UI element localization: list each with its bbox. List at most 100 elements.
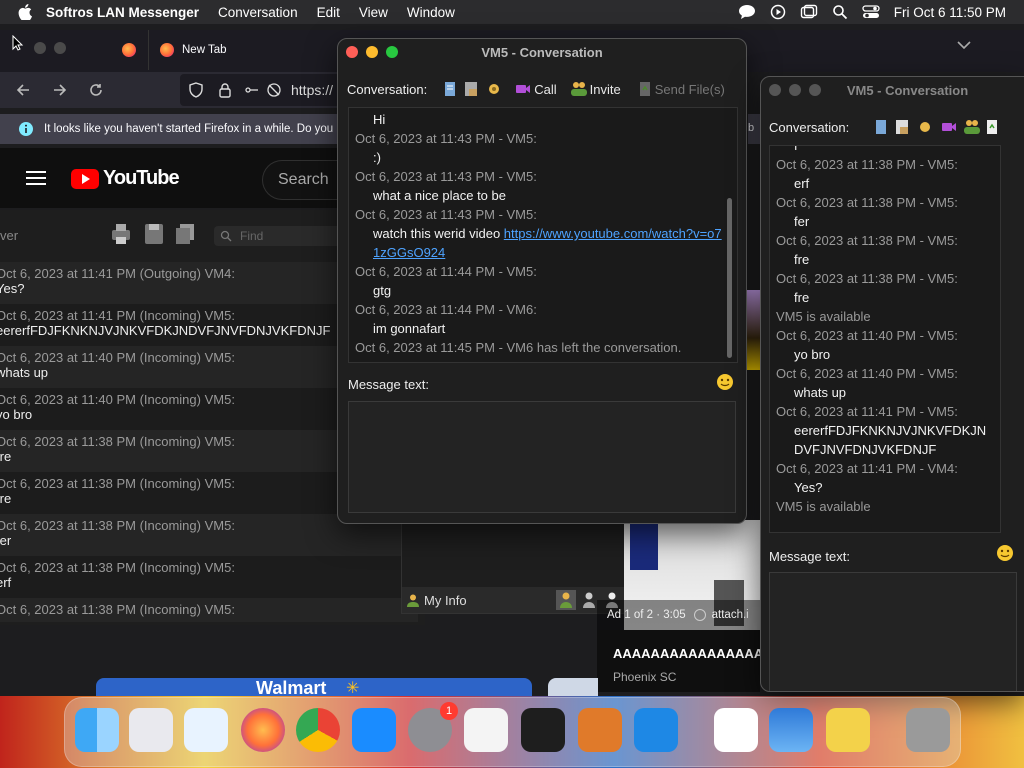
history-icon[interactable] [444,81,456,97]
message-header: Oct 6, 2023 at 11:43 PM - VM5: [349,205,737,224]
notification-overflow: b [748,114,760,144]
message-header: VM5 is available [770,497,1000,516]
youtube-logo[interactable]: YouTube [71,167,180,190]
tab-pinned[interactable] [110,30,149,70]
tab-new-tab[interactable]: New Tab [160,30,340,70]
back-icon[interactable] [15,82,31,98]
message-header: Oct 6, 2023 at 11:45 PM - VM6 has left t… [349,338,737,357]
zoom-button[interactable] [809,84,821,96]
visual-studio-icon[interactable] [714,708,758,752]
settings-icon[interactable] [486,81,502,97]
channel-name[interactable]: Phoenix SC [613,670,676,684]
status-online-icon[interactable] [556,590,576,610]
search-icon[interactable] [832,4,848,20]
message-header: Oct 6, 2023 at 11:44 PM - VM5: [349,262,737,281]
clock[interactable]: Fri Oct 6 11:50 PM [894,5,1006,20]
video-call-icon[interactable] [942,121,957,133]
hamburger-menu-icon[interactable] [26,170,46,186]
invite-icon[interactable] [570,81,587,97]
tracking-off-icon[interactable] [266,82,282,98]
minimize-button[interactable] [366,46,378,58]
minimize-button[interactable] [789,84,801,96]
lock-icon[interactable] [218,82,232,98]
send-file-icon[interactable] [986,119,998,135]
window-icon[interactable] [800,4,818,20]
play-circle-icon[interactable] [770,4,786,20]
apple-icon[interactable] [18,4,32,20]
forward-icon[interactable] [52,82,68,98]
weather-icon[interactable] [769,708,813,752]
finder-icon[interactable] [75,708,119,752]
video-call-icon[interactable] [516,83,531,95]
safari-icon[interactable] [184,708,228,752]
control-center-icon[interactable] [862,4,880,20]
my-info-bar[interactable]: My Info [402,587,624,613]
emoji-icon[interactable] [996,544,1014,562]
line-text: Oct 6, 2023 at 11:43 PM - VM5: [355,207,537,222]
terminal-icon[interactable] [521,708,565,752]
menu-conversation[interactable]: Conversation [218,5,298,20]
message-text: yo bro [770,345,1000,364]
scrollbar[interactable] [727,198,732,358]
close-button[interactable] [346,46,358,58]
textedit-icon[interactable] [464,708,508,752]
line-text: fre [794,290,810,305]
line-text: Hi [373,112,386,127]
line-text: im gonnafart [373,321,446,336]
app-store-icon[interactable] [352,708,396,752]
youtube-search-input[interactable]: Search [262,160,341,200]
window-title: VM5 - Conversation [481,44,603,60]
copy-icon[interactable] [174,222,196,246]
message-header: Oct 6, 2023 at 11:38 PM - VM5: [770,231,1000,250]
message-input[interactable] [769,572,1017,691]
line-text: DVFJNVFDNJVKFDNJF [794,442,937,457]
printer-icon[interactable] [110,222,132,246]
menu-window[interactable]: Window [407,5,455,20]
find-input[interactable]: Find [214,226,344,246]
close-button[interactable] [769,84,781,96]
invite-icon[interactable] [964,119,981,135]
zoom-button[interactable] [386,46,398,58]
message-text: what a nice place to be [349,186,737,205]
save-conversation-icon[interactable] [464,81,478,97]
conversation-log: Hi Oct 6, 2023 at 11:43 PM - VM5::) Oct 6,… [348,107,738,363]
launchpad-icon[interactable] [129,708,173,752]
contacts-panel: My Info [401,520,625,614]
permissions-icon[interactable] [244,82,260,98]
url-bar[interactable]: https:// [180,74,340,106]
line-text: yo bro [794,347,831,362]
menu-edit[interactable]: Edit [317,5,340,20]
app-name-menu[interactable]: Softros LAN Messenger [46,5,199,20]
status-away-icon[interactable] [581,590,597,610]
vscode-icon[interactable] [634,708,678,752]
message-list: Hi Oct 6, 2023 at 11:43 PM - VM5::) Oct 6,… [349,108,737,357]
chat-bubble-icon[interactable] [738,4,756,20]
save-conversation-icon[interactable] [895,119,909,135]
trash-icon[interactable] [906,708,950,752]
lan-messenger-icon[interactable] [826,708,870,752]
ad-attach[interactable]: attach.i [712,609,749,621]
chevron-down-icon[interactable] [956,40,972,50]
firefox-icon[interactable] [241,708,285,752]
call-button[interactable]: Call [534,82,556,97]
save-icon[interactable] [144,222,164,246]
info-icon[interactable] [693,609,706,621]
chrome-icon[interactable] [296,708,340,752]
reload-icon[interactable] [88,82,104,98]
send-file-icon[interactable] [639,81,651,97]
message-header: Oct 6, 2023 at 11:38 PM - VM5: [770,269,1000,288]
invite-button[interactable]: Invite [590,82,621,97]
send-files-button[interactable]: Send File(s) [655,82,725,97]
emoji-icon[interactable] [716,373,734,391]
conversation-window-1: VM5 - Conversation Conversation: Call In… [337,38,747,524]
message-text: eererfFDJFKNKNJVJNKVFDKJN [770,421,1000,440]
settings-icon[interactable] [917,119,933,135]
shield-icon[interactable] [188,82,204,98]
video-title[interactable]: AAAAAAAAAAAAAAAA [613,646,763,661]
message-text: fer [770,212,1000,231]
history-icon[interactable] [875,119,887,135]
garageband-icon[interactable] [578,708,622,752]
menu-view[interactable]: View [359,5,388,20]
message-input[interactable] [348,401,736,513]
notification-badge: 1 [440,702,458,720]
